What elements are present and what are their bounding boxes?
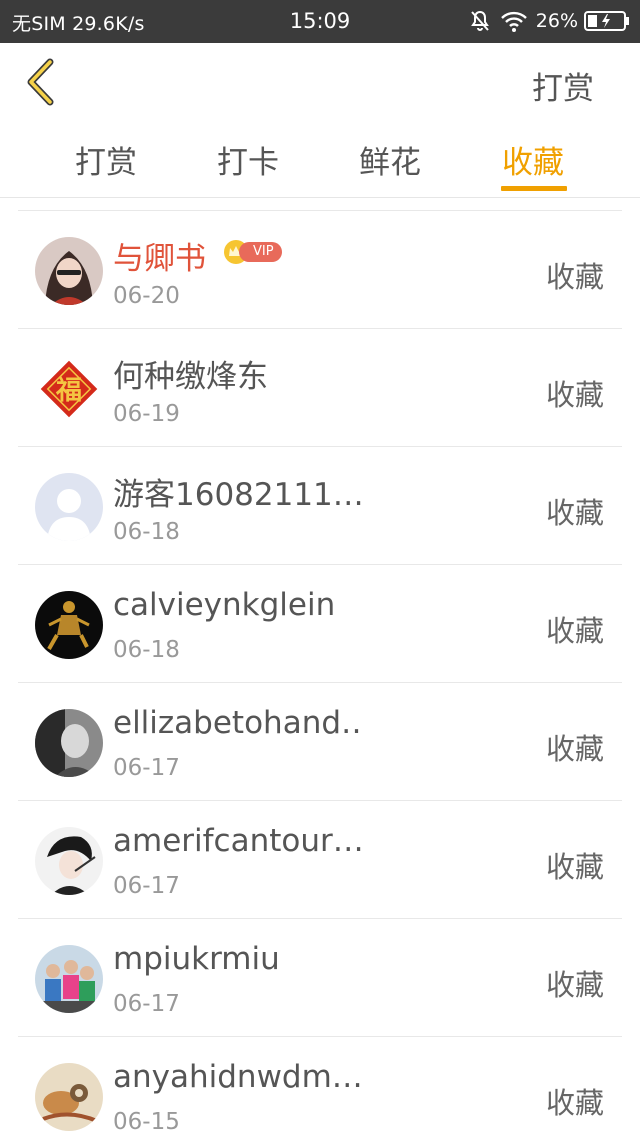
list-item[interactable]: anyahidnwdm… 06-15 收藏: [18, 1037, 622, 1138]
username: mpiukrmiu: [113, 941, 280, 977]
action-label: 收藏: [545, 1086, 604, 1120]
list-item[interactable]: 与卿书 VIP 06-20 收藏: [18, 211, 622, 329]
avatar[interactable]: [35, 591, 103, 659]
tab-reward[interactable]: 打赏: [36, 137, 176, 182]
bell-muted-icon: [470, 10, 489, 31]
list-item[interactable]: 游客16082111… 06-18 收藏: [18, 447, 622, 565]
avatar-photo-icon: [35, 237, 103, 305]
battery-percent: 26%: [535, 10, 578, 32]
action-label: 收藏: [545, 850, 604, 884]
chevron-left-icon: [27, 58, 54, 106]
wifi-icon: [500, 11, 527, 32]
date: 06-17: [113, 873, 180, 899]
tab-checkin[interactable]: 打卡: [178, 137, 318, 182]
date: 06-17: [113, 755, 180, 781]
action-label: 收藏: [545, 732, 604, 766]
username: amerifcantour…: [113, 823, 363, 859]
default-user-icon: [35, 473, 103, 541]
username: ellizabetohand…: [113, 705, 363, 741]
avatar-photo-icon: [35, 1063, 103, 1131]
reward-header-button[interactable]: 打赏: [532, 63, 594, 108]
avatar[interactable]: [35, 945, 103, 1013]
avatar[interactable]: [35, 709, 103, 777]
date: 06-20: [113, 283, 180, 309]
avatar-photo-icon: [35, 945, 103, 1013]
date: 06-19: [113, 401, 180, 427]
tab-bar: 打赏 打卡 鲜花 收藏: [0, 123, 640, 198]
action-label: 收藏: [545, 260, 604, 294]
avatar[interactable]: 福: [35, 355, 103, 423]
status-bar: 无SIM 29.6K/s 15:09 26%: [0, 0, 640, 43]
username: calvieynkglein: [113, 587, 336, 623]
action-label: 收藏: [545, 968, 604, 1002]
battery-charging-icon: [584, 11, 629, 31]
tab-favorites[interactable]: 收藏: [463, 137, 603, 182]
list-item[interactable]: 福 何种缴烽东 06-19 收藏: [18, 329, 622, 447]
header: 打赏: [0, 43, 640, 123]
vip-label: VIP: [239, 242, 282, 262]
avatar[interactable]: [35, 1063, 103, 1131]
date: 06-18: [113, 519, 180, 545]
avatar[interactable]: [35, 473, 103, 541]
list-item[interactable]: calvieynkglein 06-18 收藏: [18, 565, 622, 683]
action-label: 收藏: [545, 378, 604, 412]
active-tab-indicator: [501, 186, 567, 191]
username: anyahidnwdm…: [113, 1059, 363, 1095]
list-item[interactable]: mpiukrmiu 06-17 收藏: [18, 919, 622, 1037]
username: 游客16082111…: [113, 477, 363, 513]
username: 与卿书: [113, 241, 206, 277]
status-right: 26%: [468, 7, 630, 35]
vip-badge: VIP: [223, 239, 282, 265]
avatar-photo-icon: [35, 591, 103, 659]
svg-text:福: 福: [55, 376, 82, 406]
action-label: 收藏: [545, 496, 604, 530]
list-item[interactable]: ellizabetohand… 06-17 收藏: [18, 683, 622, 801]
back-button[interactable]: [22, 57, 62, 107]
fu-character-icon: 福: [35, 355, 103, 423]
date: 06-17: [113, 991, 180, 1017]
action-label: 收藏: [545, 614, 604, 648]
list-item[interactable]: amerifcantour… 06-17 收藏: [18, 801, 622, 919]
date: 06-18: [113, 637, 180, 663]
avatar[interactable]: [35, 827, 103, 895]
favorites-list: 与卿书 VIP 06-20 收藏 福 何种缴烽东 06-19 收藏 游客1608…: [18, 210, 622, 1138]
avatar-photo-icon: [35, 709, 103, 777]
avatar[interactable]: [35, 237, 103, 305]
avatar-photo-icon: [35, 827, 103, 895]
date: 06-15: [113, 1109, 180, 1135]
username: 何种缴烽东: [113, 359, 268, 395]
tab-flowers[interactable]: 鲜花: [320, 137, 460, 182]
